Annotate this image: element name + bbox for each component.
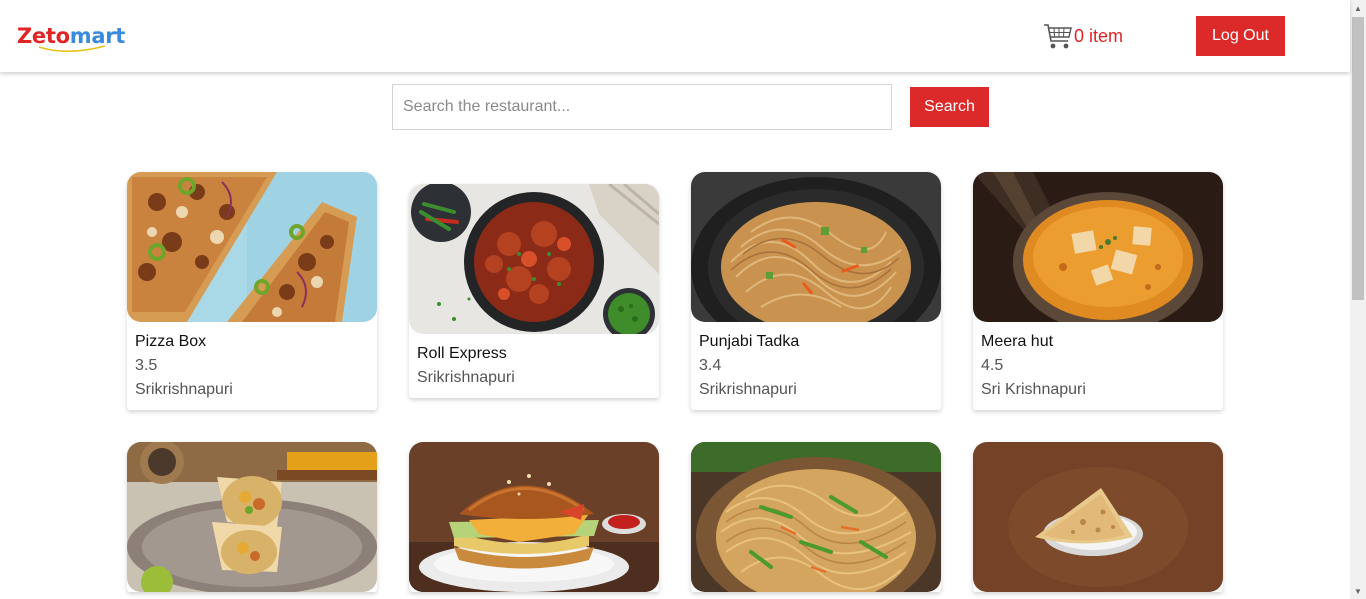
scroll-down-arrow-icon[interactable]: ▼ xyxy=(1350,583,1366,599)
restaurant-image-chilli-chicken xyxy=(409,184,659,334)
page: Zetomart 0 item Log Out Search the resta… xyxy=(0,0,1366,599)
restaurant-area: Srikrishnapuri xyxy=(135,381,233,398)
restaurant-rating: 3.5 xyxy=(135,357,158,374)
restaurant-card[interactable]: Meera hut 4.5 Sri Krishnapuri xyxy=(973,172,1223,410)
cart-count-label: 0 item xyxy=(1074,25,1124,46)
restaurant-rating: 4.5 xyxy=(981,357,1004,374)
restaurant-card[interactable]: Roll Express Srikrishnapuri xyxy=(409,184,659,398)
scroll-thumb[interactable] xyxy=(1352,17,1364,300)
scroll-up-arrow-icon[interactable]: ▲ xyxy=(1350,0,1366,16)
restaurant-name: Pizza Box xyxy=(135,333,207,350)
restaurant-image-pizza xyxy=(127,172,377,322)
brand-logo[interactable]: Zetomart xyxy=(17,22,125,56)
restaurant-card[interactable]: Punjabi Tadka 3.4 Srikrishnapuri xyxy=(691,172,941,410)
restaurant-name: Roll Express xyxy=(417,345,507,362)
restaurant-name: Meera hut xyxy=(981,333,1054,350)
restaurant-card[interactable] xyxy=(127,442,377,592)
restaurant-area: Srikrishnapuri xyxy=(699,381,797,398)
logo-swoosh-icon xyxy=(38,45,106,53)
cart-icon xyxy=(1044,24,1072,49)
restaurant-area: Sri Krishnapuri xyxy=(981,381,1086,398)
restaurant-area: Srikrishnapuri xyxy=(417,369,515,386)
restaurant-image-paneer-curry xyxy=(973,172,1223,322)
restaurant-card[interactable]: Pizza Box 3.5 Srikrishnapuri xyxy=(127,172,377,410)
restaurant-name: Punjabi Tadka xyxy=(699,333,800,350)
restaurant-image-hakka-noodles xyxy=(691,442,941,592)
search-input[interactable] xyxy=(392,84,892,130)
cart-button[interactable]: 0 item xyxy=(1043,20,1123,52)
restaurant-card[interactable] xyxy=(409,442,659,592)
restaurant-image-wrap-roll xyxy=(127,442,377,592)
restaurant-image-paratha xyxy=(973,442,1223,592)
page-scrollbar[interactable]: ▲ ▼ xyxy=(1350,0,1366,599)
restaurant-image-noodles xyxy=(691,172,941,322)
logout-button[interactable]: Log Out xyxy=(1196,16,1285,56)
restaurant-card[interactable] xyxy=(973,442,1223,592)
search-button[interactable]: Search xyxy=(910,87,989,127)
top-navbar: Zetomart 0 item Log Out xyxy=(0,0,1350,72)
restaurant-rating: 3.4 xyxy=(699,357,722,374)
restaurant-image-burger xyxy=(409,442,659,592)
restaurant-card[interactable] xyxy=(691,442,941,592)
